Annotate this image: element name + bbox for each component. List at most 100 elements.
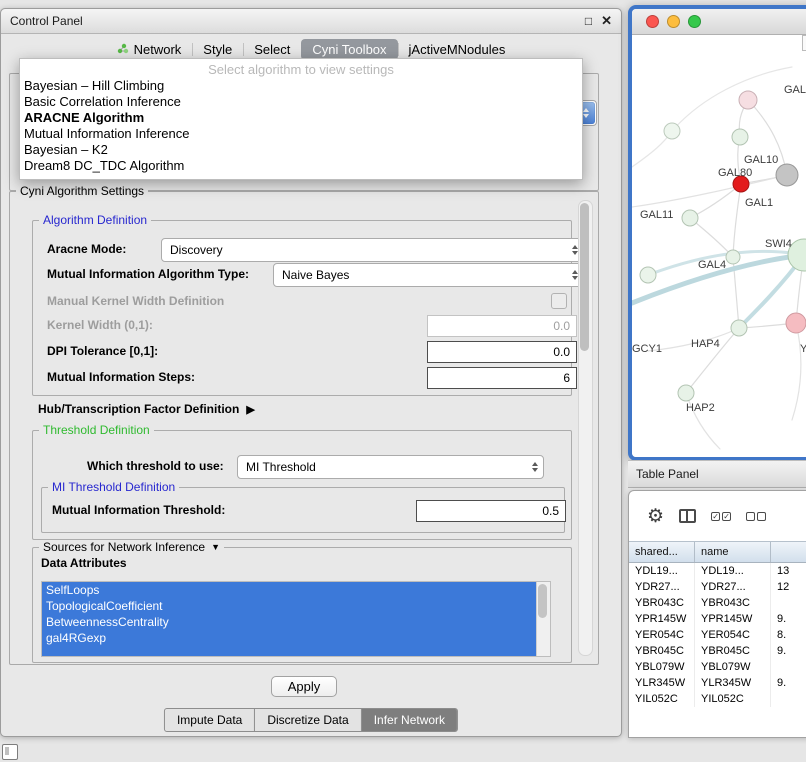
tab-label: Cyni Toolbox [312, 42, 386, 57]
collapsed-panel-icon[interactable] [2, 744, 18, 760]
network-node[interactable] [732, 129, 748, 145]
network-edge [690, 218, 733, 257]
network-node[interactable] [731, 320, 747, 336]
desktop: Control Panel □ ✕ Network StyleSelect Cyni… [0, 0, 806, 762]
table-row[interactable]: YPR145WYPR145W9. [629, 611, 806, 627]
network-canvas[interactable]: GALGAL10GAL80GAL1GAL11SWI4GAL4GCY1HAP4YH… [632, 35, 806, 458]
network-node[interactable] [739, 91, 757, 109]
bottom-tab-discretize-data[interactable]: Discretize Data [255, 709, 361, 731]
manual-kernel-checkbox[interactable] [551, 293, 567, 309]
attributes-scrollbar[interactable] [536, 582, 550, 656]
algorithm-option-aracne-algorithm[interactable]: ARACNE Algorithm [20, 110, 582, 126]
table-cell: YBR043C [629, 595, 695, 611]
table-row[interactable]: YLR345WYLR345W9. [629, 675, 806, 691]
aracne-mode-value: Discovery [170, 243, 223, 257]
tab-label: Network [134, 42, 182, 57]
network-node[interactable] [726, 250, 740, 264]
table-panel-titlebar[interactable]: Table Panel [628, 460, 806, 488]
attribute-item-gal4rgexp[interactable]: gal4RGexp [42, 630, 536, 646]
table-cell: 9. [771, 643, 806, 659]
mi-steps-input[interactable]: 6 [427, 367, 577, 389]
group-title: Algorithm Definition [39, 213, 151, 227]
group-title[interactable]: Sources for Network Inference ▼ [39, 540, 224, 554]
attribute-item-betweennesscentrality[interactable]: BetweennessCentrality [42, 614, 536, 630]
attribute-item-topologicalcoefficient[interactable]: TopologicalCoefficient [42, 598, 536, 614]
attribute-item-selfloops[interactable]: SelfLoops [42, 582, 536, 598]
scrollbar-thumb[interactable] [538, 584, 547, 618]
network-node-label: GCY1 [632, 343, 662, 355]
network-node-label: GAL [784, 84, 806, 96]
settings-scrollbar[interactable] [578, 200, 593, 656]
network-node[interactable] [640, 267, 656, 283]
mi-type-value: Naive Bayes [282, 268, 349, 282]
network-node-label: Y [800, 343, 806, 355]
network-node[interactable] [776, 164, 798, 186]
algorithm-option-dream8-dc-tdc-algorithm[interactable]: Dream8 DC_TDC Algorithm [20, 158, 582, 174]
table-cell: 12 [771, 579, 806, 595]
network-node[interactable] [664, 123, 680, 139]
traffic-light-zoom[interactable] [688, 15, 701, 28]
select-all-checkboxes-icon[interactable]: ✓✓ [711, 512, 731, 521]
mi-type-select[interactable]: Naive Bayes [273, 263, 584, 287]
traffic-light-close[interactable] [646, 15, 659, 28]
algorithm-option-bayesian-k2[interactable]: Bayesian – K2 [20, 142, 582, 158]
tab-jactivemnodules[interactable]: jActiveMNodules [398, 39, 517, 60]
aracne-mode-select[interactable]: Discovery [161, 238, 584, 262]
network-window-titlebar[interactable] [632, 9, 806, 35]
which-threshold-select[interactable]: MI Threshold [237, 455, 544, 479]
network-node[interactable] [678, 385, 694, 401]
tab-network[interactable]: Network [106, 39, 193, 60]
column-header-name[interactable]: name [695, 542, 771, 562]
close-window-button[interactable]: ✕ [601, 15, 612, 27]
network-node-label: SWI4 [765, 238, 792, 250]
table-cell: 13 [771, 563, 806, 579]
algorithm-option-bayesian-hill-climbing[interactable]: Bayesian – Hill Climbing [20, 78, 582, 94]
table-cell: YBL079W [629, 659, 695, 675]
table-row[interactable]: YER054CYER054C8. [629, 627, 806, 643]
hub-definition-section[interactable]: Hub/Transcription Factor Definition ▶ [38, 402, 255, 416]
tab-select[interactable]: Select [243, 39, 301, 60]
table-cell: YLR345W [629, 675, 695, 691]
bottom-tab-impute-data[interactable]: Impute Data [165, 709, 255, 731]
table-row[interactable]: YBR045CYBR045C9. [629, 643, 806, 659]
collapse-right-icon: ▶ [246, 403, 254, 416]
deselect-all-checkboxes-icon[interactable] [746, 512, 766, 521]
column-header-2[interactable] [771, 542, 806, 562]
network-node[interactable] [786, 313, 806, 333]
dpi-tolerance-input[interactable]: 0.0 [427, 341, 577, 363]
columns-icon[interactable] [679, 509, 696, 523]
tab-label: jActiveMNodules [409, 42, 506, 57]
tab-style[interactable]: Style [192, 39, 243, 60]
table-cell: YDR27... [695, 579, 771, 595]
algorithm-option-mutual-information-inference[interactable]: Mutual Information Inference [20, 126, 582, 142]
network-node-label: GAL80 [718, 167, 752, 179]
traffic-light-minimize[interactable] [667, 15, 680, 28]
table-header: shared...name [629, 541, 806, 563]
window-title: Control Panel [10, 14, 83, 28]
column-header-shared[interactable]: shared... [629, 542, 695, 562]
network-edge [690, 184, 741, 218]
scrollbar-thumb[interactable] [580, 203, 589, 351]
table-row[interactable]: YBR043CYBR043C [629, 595, 806, 611]
gear-icon[interactable]: ⚙ [647, 507, 664, 526]
algorithm-option-basic-correlation-inference[interactable]: Basic Correlation Inference [20, 94, 582, 110]
table-row[interactable]: YDR27...YDR27...12 [629, 579, 806, 595]
data-attributes-list: SelfLoopsTopologicalCoefficientBetweenne… [41, 581, 551, 657]
float-window-button[interactable]: □ [585, 15, 592, 27]
table-toolbar: ⚙ ✓✓ [629, 491, 806, 541]
table-row[interactable]: YIL052CYIL052C [629, 691, 806, 707]
bottom-tab-infer-network[interactable]: Infer Network [362, 709, 457, 731]
table-row[interactable]: YDL19...YDL19...13 [629, 563, 806, 579]
scroll-up-button[interactable]: ▲ [802, 35, 806, 51]
network-node[interactable] [682, 210, 698, 226]
control-panel-window: Control Panel □ ✕ Network StyleSelect Cyni… [0, 8, 622, 737]
mi-threshold-input[interactable]: 0.5 [416, 500, 566, 522]
table-panel-title: Table Panel [636, 467, 699, 481]
attribute-item-partial[interactable] [42, 646, 536, 656]
control-panel-titlebar[interactable]: Control Panel □ ✕ [1, 9, 621, 34]
apply-button[interactable]: Apply [271, 676, 337, 697]
which-threshold-value: MI Threshold [246, 460, 316, 474]
tab-cyni-toolbox[interactable]: Cyni Toolbox [301, 39, 397, 60]
table-row[interactable]: YBL079WYBL079W [629, 659, 806, 675]
kernel-width-input[interactable]: 0.0 [427, 315, 577, 337]
